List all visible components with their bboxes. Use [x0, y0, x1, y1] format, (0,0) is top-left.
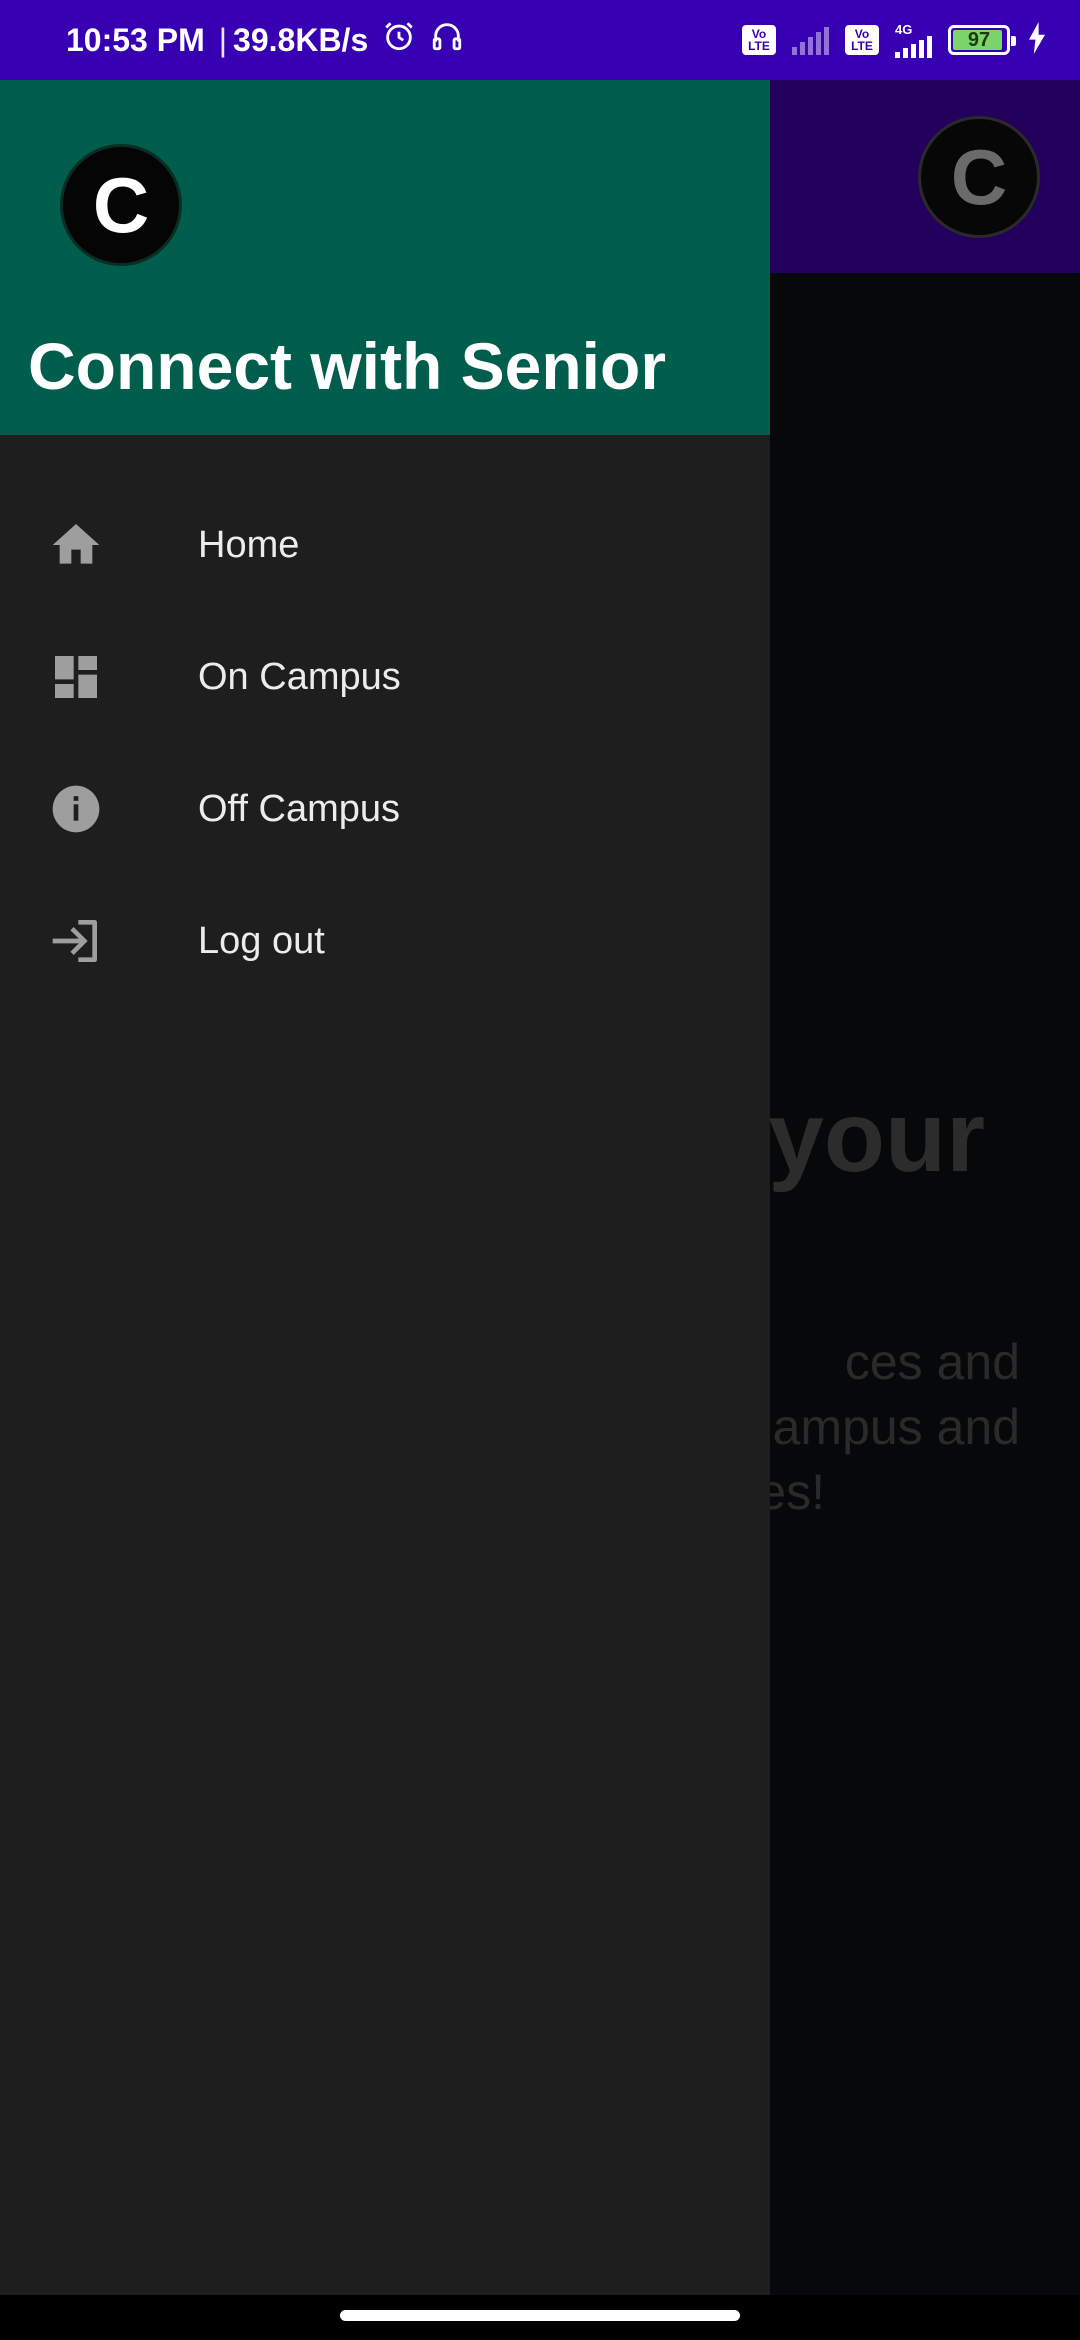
navigation-drawer: C Connect with Senior Home On Campus Off…: [0, 80, 770, 2295]
alarm-icon: [382, 19, 416, 61]
volte-badge-sim1: Vo LTE: [742, 25, 776, 55]
drawer-menu: Home On Campus Off Campus Log out: [0, 435, 770, 1007]
status-left: 10:53 PM | 39.8KB/s: [66, 19, 464, 61]
drawer-header: C Connect with Senior: [0, 80, 770, 435]
status-right: Vo LTE Vo LTE 4G 97: [742, 21, 1048, 59]
app-logo: C: [60, 144, 182, 266]
network-type: 4G: [895, 21, 913, 37]
info-icon: [48, 781, 104, 837]
menu-item-on-campus[interactable]: On Campus: [0, 611, 770, 743]
net-speed: 39.8KB/s: [233, 21, 369, 58]
menu-item-log-out[interactable]: Log out: [0, 875, 770, 1007]
signal-sim1-icon: [792, 25, 829, 55]
volte-badge-sim2: Vo LTE: [845, 25, 879, 55]
signal-sim2-icon: 4G: [895, 23, 932, 58]
menu-item-label: Home: [198, 523, 300, 566]
system-nav-bar: [0, 2295, 1080, 2340]
battery-level: 97: [967, 28, 991, 51]
battery-icon: 97: [948, 25, 1016, 55]
headset-icon: [430, 19, 464, 61]
status-bar: 10:53 PM | 39.8KB/s Vo LTE Vo LTE 4G 97: [0, 0, 1080, 80]
menu-item-label: On Campus: [198, 655, 401, 698]
home-gesture-handle[interactable]: [340, 2310, 740, 2321]
menu-item-label: Off Campus: [198, 787, 401, 830]
menu-item-home[interactable]: Home: [0, 479, 770, 611]
charging-icon: [1026, 21, 1048, 59]
status-separator: |: [218, 21, 228, 58]
dashboard-icon: [48, 649, 104, 705]
login-icon: [48, 913, 104, 969]
menu-item-label: Log out: [198, 919, 325, 962]
home-icon: [48, 517, 104, 573]
drawer-title: Connect with Senior: [28, 329, 667, 403]
menu-item-off-campus[interactable]: Off Campus: [0, 743, 770, 875]
status-time: 10:53 PM: [66, 21, 205, 58]
app-logo: C: [918, 116, 1040, 238]
